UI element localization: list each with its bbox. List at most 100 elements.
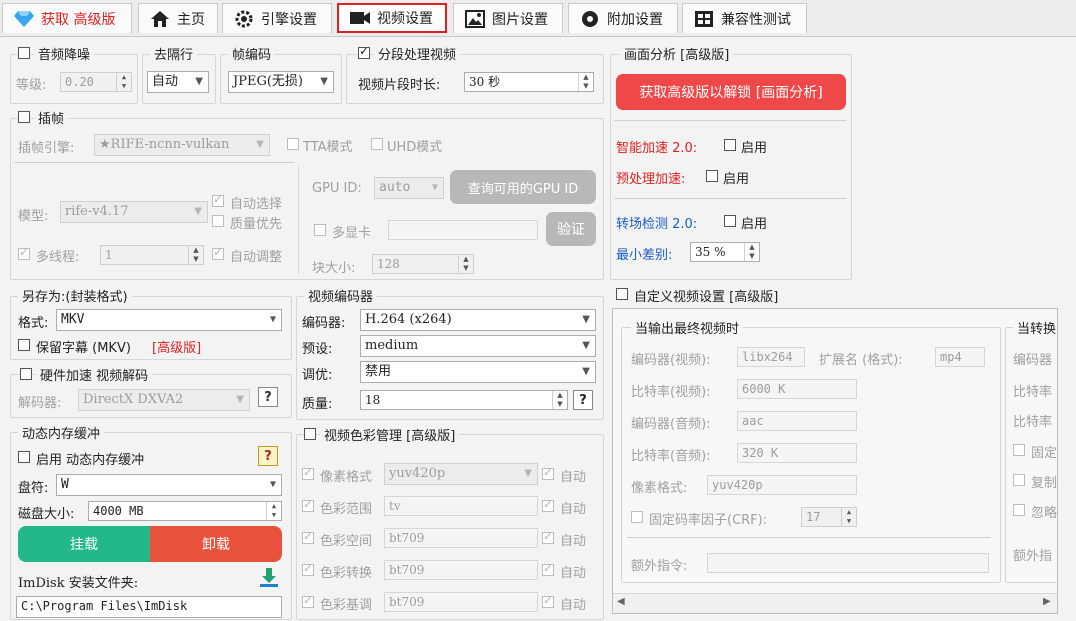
auto-adjust-checkbox[interactable] [212, 245, 224, 260]
unlock-analysis-button[interactable]: 获取高级版以解锁 [画面分析] [616, 74, 846, 110]
color-range-auto-checkbox[interactable] [542, 497, 554, 512]
color-primaries-input[interactable]: bt709 [384, 592, 538, 612]
abitrate-input[interactable]: 320 K [737, 443, 857, 463]
crf-spinner[interactable]: 17 ▲ ▼ [801, 507, 857, 527]
drive-select[interactable]: W ▼ [56, 474, 282, 496]
format-select[interactable]: MKV ▼ [56, 309, 282, 331]
decoder-select[interactable]: DirectX DXVA2 ▼ [78, 389, 250, 411]
tab-extra-settings[interactable]: 附加设置 [568, 3, 678, 33]
pixel-format-checkbox[interactable] [302, 465, 314, 480]
interp-engine-select[interactable]: ★RIFE-ncnn-vulkan ▼ [94, 134, 270, 156]
chevron-down-icon: ▼ [524, 468, 532, 479]
color-range-checkbox[interactable] [302, 497, 314, 512]
block-size-spinner[interactable]: 128 ▲ ▼ [372, 254, 474, 274]
color-mgmt-checkbox[interactable] [304, 428, 316, 440]
color-space-input[interactable]: bt709 [384, 528, 538, 548]
unmount-button[interactable]: 卸载 [150, 526, 282, 562]
spinner-arrows-icon: ▲ ▼ [188, 246, 203, 264]
right-copy-checkbox[interactable] [1013, 474, 1025, 486]
multi-gpu-input[interactable] [388, 220, 538, 240]
mount-button[interactable]: 挂载 [18, 526, 150, 562]
tab-home[interactable]: 主页 [138, 3, 218, 33]
gpu-id-select[interactable]: auto ▼ [374, 177, 444, 199]
help-icon[interactable]: ? [258, 387, 278, 407]
tab-get-pro-label: 获取 高级版 [41, 11, 116, 28]
color-space-auto-checkbox[interactable] [542, 529, 554, 544]
keep-subs-checkbox[interactable] [18, 339, 30, 351]
tab-get-pro[interactable]: 获取 高级版 [2, 3, 132, 33]
color-transfer-input[interactable]: bt709 [384, 560, 538, 580]
color-transfer-auto-checkbox[interactable] [542, 561, 554, 576]
frame-codec-select[interactable]: JPEG(无损) ▼ [228, 71, 334, 93]
deinterlace-label: 去隔行 [150, 44, 198, 63]
abitrate-label: 比特率(音频): [631, 449, 711, 464]
multi-gpu-checkbox[interactable] [314, 224, 326, 236]
pixfmt-input[interactable]: yuv420p [707, 475, 857, 495]
right-ignore-checkbox[interactable] [1013, 504, 1025, 516]
min-diff-spinner[interactable]: 35 % ▲ ▼ [690, 242, 760, 262]
preset-select[interactable]: medium ▼ [360, 335, 596, 357]
query-gpu-button[interactable]: 查询可用的GPU ID [450, 170, 596, 204]
spinner-arrows-icon: ▲ ▼ [266, 502, 281, 520]
pixel-format-auto-checkbox[interactable] [542, 465, 554, 480]
color-space-checkbox[interactable] [302, 529, 314, 544]
vcodec-input[interactable]: libx264 [737, 347, 805, 367]
multithread-spinner[interactable]: 1 ▲ ▼ [100, 245, 204, 265]
color-primaries-checkbox[interactable] [302, 593, 314, 608]
segment-length-label: 视频片段时长: [358, 78, 441, 93]
download-icon[interactable] [258, 566, 280, 588]
segment-length-spinner[interactable]: 30 秒 ▲ ▼ [464, 72, 594, 92]
interpolation-checkbox[interactable] [18, 111, 30, 123]
right-fixed-checkbox[interactable] [1013, 444, 1025, 456]
audio-level-spinner[interactable]: 0.20 ▲ ▼ [60, 72, 132, 92]
color-transfer-checkbox[interactable] [302, 561, 314, 576]
encoder-select[interactable]: H.264 (x264) ▼ [360, 309, 596, 331]
extra-args-label: 额外指令: [631, 559, 688, 574]
deinterlace-select[interactable]: 自动 ▼ [147, 71, 209, 93]
multithread-checkbox[interactable] [18, 245, 30, 260]
color-range-input[interactable]: tv [384, 496, 538, 516]
audio-denoise-checkbox[interactable] [18, 47, 30, 59]
help-icon[interactable]: ? [573, 390, 593, 410]
tab-video-settings[interactable]: 视频设置 [337, 3, 447, 33]
chevron-down-icon: ▼ [582, 314, 590, 325]
help-icon[interactable]: ? [258, 446, 278, 466]
hw-decode-checkbox[interactable] [20, 368, 32, 380]
tab-image-settings[interactable]: 图片设置 [453, 3, 563, 33]
model-select[interactable]: rife-v4.17 ▼ [60, 201, 208, 223]
frame-codec-label: 帧编码 [228, 44, 276, 63]
uhd-checkbox[interactable] [371, 138, 383, 150]
custom-video-panel[interactable]: 当输出最终视频时 编码器(视频): libx264 扩展名 (格式): mp4 … [612, 308, 1058, 614]
tab-engine-settings[interactable]: 引擎设置 [222, 3, 332, 33]
crf-label: 固定码率因子(CRF): [649, 513, 768, 528]
pre-accel-checkbox[interactable] [706, 170, 718, 182]
smart-accel-checkbox[interactable] [724, 139, 736, 151]
ext-input[interactable]: mp4 [935, 347, 985, 367]
color-primaries-auto-checkbox[interactable] [542, 593, 554, 608]
scroll-left-icon[interactable]: ◀ [617, 596, 625, 607]
vbitrate-input[interactable]: 6000 K [737, 379, 857, 399]
acodec-input[interactable]: aac [737, 411, 857, 431]
verify-button[interactable]: 验证 [546, 212, 596, 246]
disk-size-spinner[interactable]: 4000 MB ▲ ▼ [88, 501, 282, 521]
tab-compatibility-test[interactable]: 兼容性测试 [682, 3, 807, 33]
pixel-format-select[interactable]: yuv420p ▼ [384, 463, 538, 485]
quality-spinner[interactable]: 18 ▲ ▼ [360, 390, 568, 410]
quality-first-checkbox[interactable] [212, 215, 224, 227]
auto-select-checkbox[interactable] [212, 192, 224, 207]
dyn-mem-checkbox[interactable] [18, 451, 30, 463]
tune-select[interactable]: 禁用 ▼ [360, 361, 596, 383]
segment-checkbox[interactable] [358, 44, 370, 59]
scroll-right-icon[interactable]: ▶ [1043, 596, 1051, 607]
tta-checkbox[interactable] [287, 138, 299, 150]
horizontal-scrollbar[interactable]: ◀ ▶ [613, 593, 1057, 613]
scene-detect-checkbox[interactable] [724, 215, 736, 227]
right-extra-label: 额外指 [1013, 549, 1053, 564]
imdisk-folder-input[interactable]: C:\Program Files\ImDisk [16, 596, 282, 618]
interpolation-label: 插帧 [34, 108, 69, 127]
crf-checkbox[interactable] [631, 511, 643, 523]
pixel-format-label: 像素格式 [320, 470, 373, 485]
extra-args-input[interactable] [707, 553, 989, 573]
analysis-title: 画面分析 [高级版] [620, 44, 734, 63]
custom-video-checkbox[interactable] [616, 288, 628, 300]
